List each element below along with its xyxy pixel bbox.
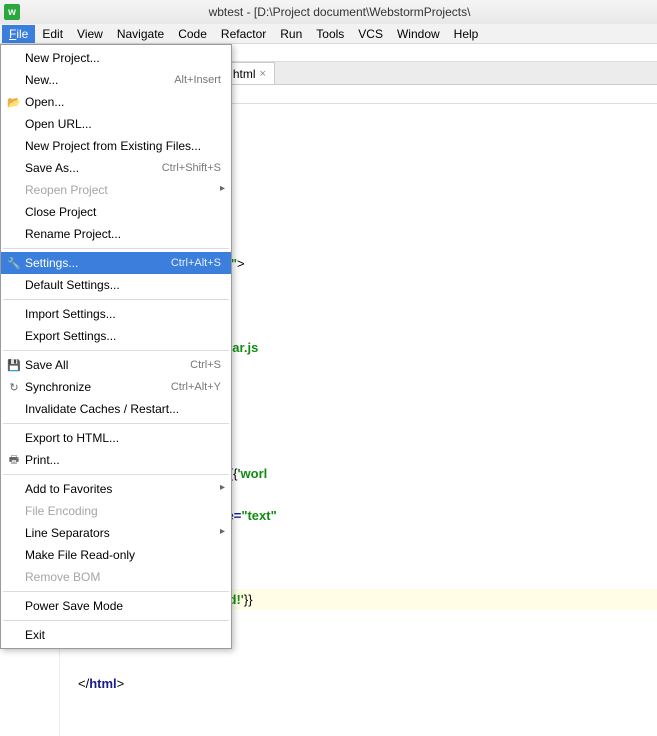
mi-close-project[interactable]: Close Project (1, 201, 231, 223)
menu-separator (3, 350, 229, 351)
menu-window[interactable]: Window (390, 25, 447, 43)
close-icon[interactable]: × (260, 68, 266, 80)
mi-new-project[interactable]: New Project... (1, 47, 231, 69)
sync-icon: ↻ (5, 381, 23, 394)
save-icon: 💾 (5, 359, 23, 372)
title-bar: w wbtest - [D:\Project document\Webstorm… (0, 0, 657, 24)
mi-exit[interactable]: Exit (1, 624, 231, 646)
mi-line-separators[interactable]: Line Separators (1, 522, 231, 544)
menu-tools[interactable]: Tools (309, 25, 351, 43)
app-icon: w (4, 4, 20, 20)
menu-bar: File Edit View Navigate Code Refactor Ru… (0, 24, 657, 44)
menu-separator (3, 423, 229, 424)
menu-view[interactable]: View (70, 25, 110, 43)
mi-new-from-existing[interactable]: New Project from Existing Files... (1, 135, 231, 157)
mi-power-save[interactable]: Power Save Mode (1, 595, 231, 617)
menu-navigate[interactable]: Navigate (110, 25, 171, 43)
mi-export-settings[interactable]: Export Settings... (1, 325, 231, 347)
menu-vcs[interactable]: VCS (351, 25, 390, 43)
menu-separator (3, 591, 229, 592)
menu-separator (3, 248, 229, 249)
mi-remove-bom[interactable]: Remove BOM (1, 566, 231, 588)
menu-separator (3, 474, 229, 475)
menu-code[interactable]: Code (171, 25, 214, 43)
menu-separator (3, 299, 229, 300)
menu-edit[interactable]: Edit (35, 25, 70, 43)
mi-export-html[interactable]: Export to HTML... (1, 427, 231, 449)
menu-help[interactable]: Help (447, 25, 486, 43)
mi-save-all[interactable]: 💾Save AllCtrl+S (1, 354, 231, 376)
mi-open[interactable]: 📂Open... (1, 91, 231, 113)
mi-reopen-project[interactable]: Reopen Project (1, 179, 231, 201)
mi-make-readonly[interactable]: Make File Read-only (1, 544, 231, 566)
mi-rename-project[interactable]: Rename Project... (1, 223, 231, 245)
mi-default-settings[interactable]: Default Settings... (1, 274, 231, 296)
menu-refactor[interactable]: Refactor (214, 25, 273, 43)
mi-add-favorites[interactable]: Add to Favorites (1, 478, 231, 500)
mi-print[interactable]: 🖶Print... (1, 449, 231, 471)
window-title: wbtest - [D:\Project document\WebstormPr… (26, 5, 653, 19)
print-icon: 🖶 (5, 451, 23, 470)
folder-open-icon: 📂 (5, 96, 23, 109)
file-menu-dropdown: New Project... New...Alt+Insert 📂Open...… (0, 44, 232, 649)
mi-invalidate-caches[interactable]: Invalidate Caches / Restart... (1, 398, 231, 420)
menu-run[interactable]: Run (273, 25, 309, 43)
mi-import-settings[interactable]: Import Settings... (1, 303, 231, 325)
mi-open-url[interactable]: Open URL... (1, 113, 231, 135)
wrench-icon: 🔧 (5, 257, 23, 270)
menu-separator (3, 620, 229, 621)
mi-save-as[interactable]: Save As...Ctrl+Shift+S (1, 157, 231, 179)
mi-settings[interactable]: 🔧Settings...Ctrl+Alt+S (1, 252, 231, 274)
menu-file[interactable]: File (2, 25, 35, 43)
mi-file-encoding[interactable]: File Encoding (1, 500, 231, 522)
mi-new[interactable]: New...Alt+Insert (1, 69, 231, 91)
mi-synchronize[interactable]: ↻SynchronizeCtrl+Alt+Y (1, 376, 231, 398)
